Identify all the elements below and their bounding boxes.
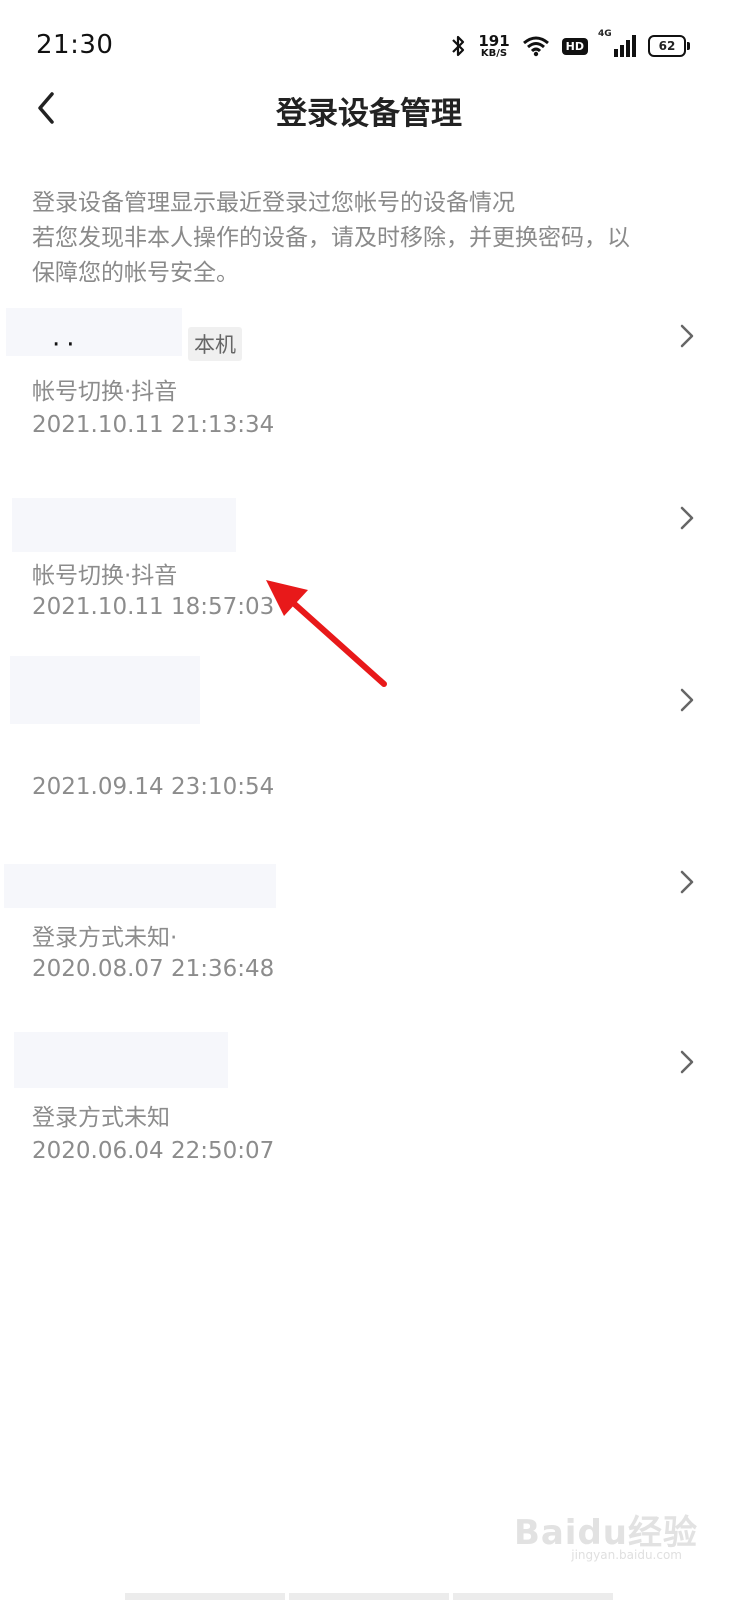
- login-method: 登录方式未知: [32, 1105, 170, 1131]
- net-speed-unit: KB/S: [480, 47, 508, 59]
- hd-badge: HD: [561, 37, 588, 55]
- login-time: 2021.10.11 21:13:34: [32, 412, 275, 438]
- chevron-right-icon: [680, 870, 694, 894]
- signal-icon: 4G: [598, 29, 636, 57]
- watermark-url: jingyan.baidu.com: [571, 1548, 682, 1562]
- login-time: 2020.06.04 22:50:07: [32, 1138, 275, 1164]
- annotation-arrow-icon: [266, 580, 387, 687]
- login-time: 2021.09.14 23:10:54: [32, 774, 275, 800]
- gesture-bar: [0, 1593, 738, 1600]
- description-line: 保障您的帐号安全。: [32, 260, 239, 286]
- device-item[interactable]: 登录方式未知 2020.06.04 22:50:07: [0, 1028, 738, 1178]
- chevron-right-icon: [680, 506, 694, 530]
- chevron-right-icon: [680, 1050, 694, 1074]
- description-line: 若您发现非本人操作的设备，请及时移除，并更换密码，以: [32, 225, 630, 251]
- battery-level: 62: [648, 35, 686, 57]
- status-icons: 191 KB/S HD 4G 62: [450, 29, 690, 62]
- login-time: 2021.10.11 18:57:03: [32, 594, 275, 620]
- login-time: 2020.08.07 21:36:48: [32, 956, 275, 982]
- description: 登录设备管理显示最近登录过您帐号的设备情况 若您发现非本人操作的设备，请及时移除…: [32, 186, 712, 291]
- device-name-redacted: [6, 308, 182, 356]
- device-item[interactable]: ·· 本机 帐号切换·抖音 2021.10.11 21:13:34: [0, 300, 738, 460]
- net-speed: 191 KB/S: [478, 31, 510, 59]
- login-method: 登录方式未知·: [32, 925, 178, 951]
- device-name-redacted: [4, 864, 276, 908]
- current-device-tag: 本机: [188, 327, 242, 361]
- device-name-redacted: [10, 656, 200, 724]
- bluetooth-icon: [452, 35, 465, 57]
- wifi-icon: [522, 36, 549, 57]
- page-title: 登录设备管理: [276, 96, 462, 132]
- chevron-right-icon: [680, 324, 694, 348]
- status-time: 21:30: [36, 30, 114, 60]
- login-method: 帐号切换·抖音: [32, 563, 178, 589]
- device-item[interactable]: 登录方式未知· 2020.08.07 21:36:48: [0, 858, 738, 998]
- watermark-logo: Baidu经验: [513, 1513, 698, 1553]
- device-name-redacted: [12, 498, 236, 552]
- battery-icon: 62: [648, 35, 690, 57]
- net-speed-value: 191: [478, 31, 510, 50]
- description-line: 登录设备管理显示最近登录过您帐号的设备情况: [32, 190, 515, 216]
- device-name-dots: ··: [52, 330, 81, 360]
- device-name-redacted: [14, 1032, 228, 1088]
- login-method: 帐号切换·抖音: [32, 379, 178, 405]
- chevron-right-icon: [680, 688, 694, 712]
- network-type: 4G: [598, 29, 612, 39]
